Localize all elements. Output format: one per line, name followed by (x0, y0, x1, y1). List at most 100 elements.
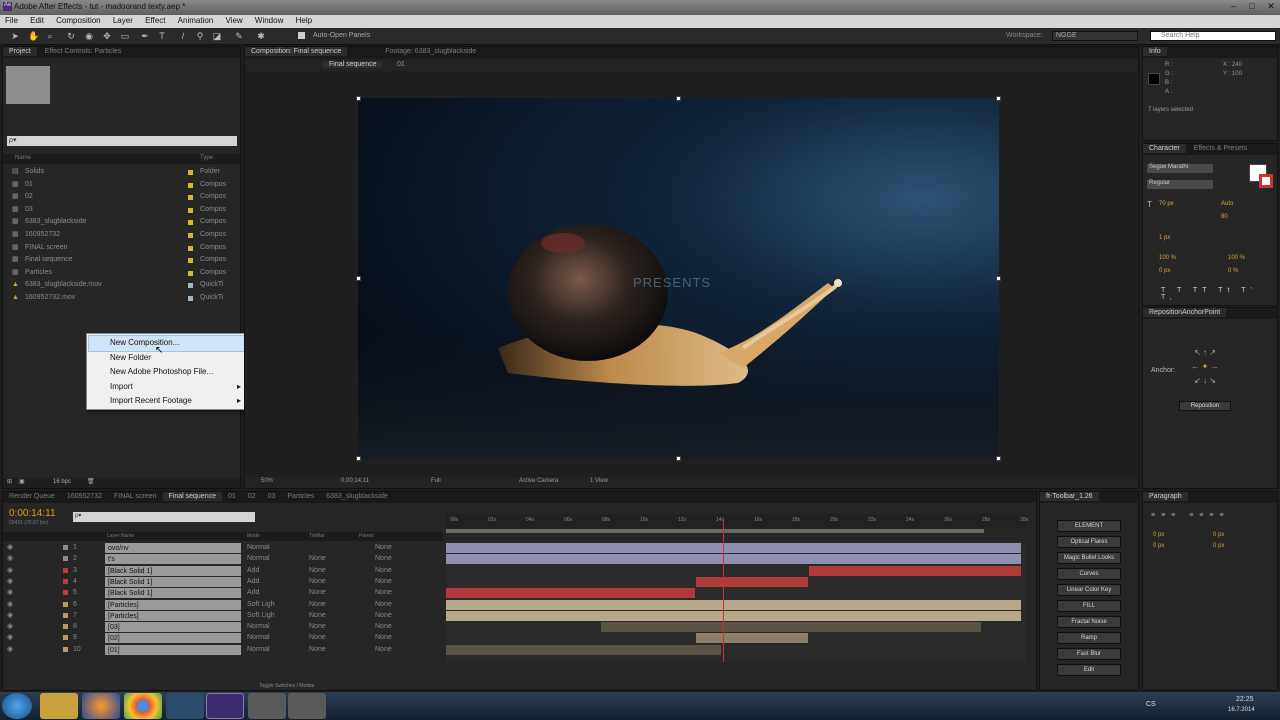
layer-label-color[interactable] (63, 545, 68, 550)
layer-duration-bar[interactable] (446, 554, 1021, 565)
transform-handle[interactable] (996, 96, 1001, 101)
layer-label-color[interactable] (63, 624, 68, 630)
layer-name[interactable]: [Black Solid 1] (105, 588, 241, 599)
label-color-swatch[interactable] (188, 283, 193, 289)
views-select[interactable]: 1 View (590, 478, 608, 484)
layer-row[interactable]: ◉ 3 [Black Solid 1] Add None None (3, 565, 443, 576)
menu-window[interactable]: Window (250, 15, 288, 25)
hand-tool-icon[interactable]: ✋ (28, 31, 39, 41)
layer-parent-select[interactable]: None (375, 644, 392, 655)
layer-parent-select[interactable]: None (375, 576, 392, 587)
menu-composition[interactable]: Composition (51, 15, 105, 25)
tab-timeline[interactable]: 02 (242, 492, 262, 501)
layer-mode-select[interactable]: Normal (247, 542, 270, 553)
space-before-value[interactable]: 0 px (1153, 543, 1164, 549)
menu-item-new-composition[interactable]: New Composition... (88, 335, 246, 352)
layer-name[interactable]: ovo/nv (105, 543, 241, 553)
explorer-taskbar-icon[interactable] (40, 693, 78, 719)
layer-row[interactable]: ◉ 10 [01] Normal None None (3, 644, 443, 655)
layer-mode-select[interactable]: Soft Ligh (247, 599, 275, 610)
layer-mode-select[interactable]: Add (247, 565, 259, 576)
font-size-value[interactable]: 70 px (1159, 201, 1174, 207)
layer-label-color[interactable] (63, 590, 68, 596)
ft-toolbar-button[interactable]: Curves (1057, 568, 1121, 580)
column-name[interactable]: Name (15, 155, 31, 161)
maximize-button[interactable]: □ (1243, 1, 1261, 13)
search-help-input[interactable]: Search Help (1150, 31, 1276, 41)
type-tool-icon[interactable]: T (157, 31, 167, 41)
layer-label-color[interactable] (63, 612, 68, 618)
ft-toolbar-button[interactable]: Magic Bullet Looks (1057, 552, 1121, 564)
text-style-buttons[interactable]: T T TT Tt T' T, (1161, 287, 1265, 301)
visibility-eye-icon[interactable]: ◉ (7, 587, 13, 598)
tab-info[interactable]: Info (1143, 47, 1167, 56)
time-ruler[interactable]: 00s 02s 04s 06s 08s 10s 12s 14s 16s 18s 20s 22s 24s 2… (446, 514, 1028, 528)
transform-handle[interactable] (676, 96, 681, 101)
tab-paragraph[interactable]: Paragraph (1143, 492, 1188, 501)
font-family-select[interactable]: Segoe Marathi (1147, 164, 1213, 173)
layer-trkmat-select[interactable]: None (309, 576, 326, 587)
puppet-tool-icon[interactable]: ✱ (256, 31, 266, 41)
tab-project[interactable]: Project (3, 47, 37, 56)
layer-name[interactable]: t's (105, 554, 241, 565)
font-style-select[interactable]: Regular (1147, 180, 1213, 189)
visibility-eye-icon[interactable]: ◉ (7, 542, 13, 553)
menu-help[interactable]: Help (291, 15, 317, 25)
clock-time[interactable]: 22:25 (1236, 696, 1254, 703)
project-item[interactable]: ▦ FINAL screen Compos (3, 242, 240, 255)
layer-trkmat-select[interactable]: None (309, 553, 326, 564)
current-time[interactable]: 0;00;14;11 (341, 478, 369, 484)
layer-mode-select[interactable]: Add (247, 576, 259, 587)
tab-timeline[interactable]: FINAL screen (108, 492, 163, 501)
selection-tool-icon[interactable]: ➤ (10, 31, 20, 41)
layer-mode-select[interactable]: Normal (247, 644, 270, 655)
layer-parent-select[interactable]: None (375, 621, 392, 632)
layer-name[interactable]: [01] (105, 644, 241, 655)
layer-duration-bar[interactable] (446, 543, 1021, 553)
ft-toolbar-button[interactable]: Edit (1057, 664, 1121, 676)
ft-toolbar-button[interactable]: ELEMENT (1057, 520, 1121, 532)
stroke-color-swatch[interactable] (1259, 174, 1273, 188)
layer-row[interactable]: ◉ 2 t's Normal None None (3, 553, 443, 565)
menu-effect[interactable]: Effect (140, 15, 170, 25)
layer-duration-bar[interactable] (446, 599, 1021, 610)
layer-mode-select[interactable]: Normal (247, 621, 270, 632)
transform-handle[interactable] (996, 276, 1001, 281)
tab-composition[interactable]: Composition: Final sequence (245, 47, 348, 56)
layer-parent-select[interactable]: None (375, 565, 392, 576)
ft-toolbar-button[interactable]: Linear Color Key (1057, 584, 1121, 596)
minimize-button[interactable]: – (1224, 1, 1242, 13)
baseline-shift-value[interactable]: 0 px (1159, 268, 1170, 274)
zoom-tool-icon[interactable]: ⌕ (45, 31, 55, 41)
interpret-footage-icon[interactable]: ⊞ (7, 478, 12, 485)
tsume-value[interactable]: 0 % (1228, 268, 1238, 274)
visibility-eye-icon[interactable]: ◉ (7, 553, 13, 564)
layer-trkmat-select[interactable]: None (309, 610, 326, 621)
project-item[interactable]: ▦ Particles Compos (3, 267, 240, 280)
column-mode[interactable]: Mode (247, 533, 260, 539)
work-area-bar[interactable] (446, 529, 984, 533)
layer-label-color[interactable] (63, 578, 68, 584)
layer-trkmat-select[interactable]: None (309, 565, 326, 576)
delete-icon[interactable]: 🗑 (87, 478, 95, 485)
label-color-swatch[interactable] (188, 245, 193, 251)
layer-trkmat-select[interactable]: None (309, 632, 326, 643)
tab-ft-toolbar[interactable]: ft-Toolbar_1.26 (1040, 492, 1099, 501)
tab-reposition[interactable]: RepositionAnchorPoint (1143, 308, 1227, 317)
layer-name[interactable]: [Particles] (105, 610, 241, 621)
tab-character[interactable]: Character (1143, 144, 1186, 153)
close-button[interactable]: ✕ (1262, 1, 1280, 13)
indent-right-value[interactable]: 0 px (1213, 532, 1224, 538)
timeline-search-input[interactable]: ρ▾ (73, 512, 255, 522)
composition-viewer[interactable]: PRESENTS (358, 98, 999, 459)
timeline-timecode[interactable]: 0:00:14:11 (9, 508, 56, 519)
project-item[interactable]: ▦ 03 Compos (3, 204, 240, 217)
visibility-eye-icon[interactable]: ◉ (7, 610, 13, 621)
transform-handle[interactable] (356, 456, 361, 461)
anchor-grid[interactable]: ↖ ↑ ↗ ← ✦ → ↙ ↓ ↘ (1185, 346, 1225, 388)
project-item[interactable]: ▤ Solids Folder (3, 166, 240, 179)
label-color-swatch[interactable] (188, 182, 193, 188)
layer-label-color[interactable] (63, 635, 68, 641)
roto-tool-icon[interactable]: ✎ (234, 31, 244, 41)
leading-value[interactable]: Auto (1221, 201, 1233, 207)
